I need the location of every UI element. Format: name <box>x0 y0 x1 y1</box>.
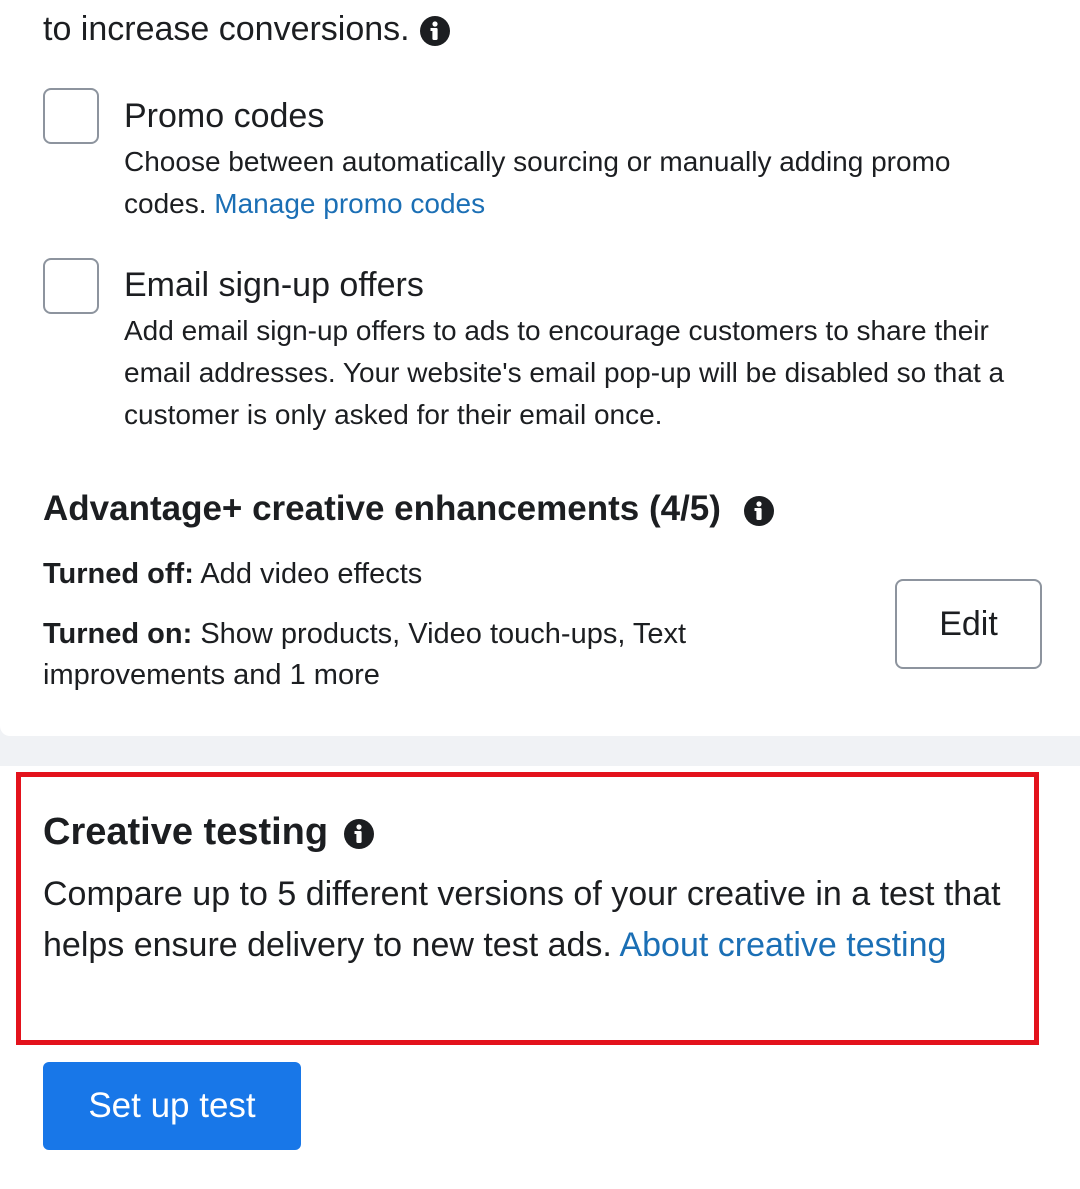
creative-testing-title: Creative testing <box>43 811 329 853</box>
email-offers-title: Email sign-up offers <box>124 266 424 304</box>
about-creative-testing-link[interactable]: About creative testing <box>619 926 946 964</box>
enhancements-heading: Advantage+ creative enhancements (4/5) <box>43 489 775 529</box>
creative-testing-heading: Creative testing <box>43 811 375 854</box>
info-icon[interactable] <box>343 818 375 850</box>
info-icon[interactable] <box>419 15 451 47</box>
intro-line: to increase conversions. <box>43 10 451 49</box>
promo-codes-description: Choose between automatically sourcing or… <box>124 141 974 225</box>
turned-off-value: Add video effects <box>200 558 423 590</box>
turned-off-label: Turned off: <box>43 558 194 590</box>
info-icon[interactable] <box>743 495 775 527</box>
intro-text: to increase conversions. <box>43 10 410 48</box>
email-offers-checkbox[interactable] <box>43 258 99 314</box>
turned-on-label: Turned on: <box>43 618 193 650</box>
settings-card-top: to increase conversions. Promo codes Cho… <box>0 0 1080 736</box>
set-up-test-button[interactable]: Set up test <box>43 1062 301 1150</box>
turned-off-row: Turned off: Add video effects <box>43 554 422 595</box>
promo-codes-title: Promo codes <box>124 97 325 135</box>
email-offers-description: Add email sign-up offers to ads to encou… <box>124 315 1005 430</box>
edit-enhancements-button[interactable]: Edit <box>895 579 1042 669</box>
creative-testing-description: Compare up to 5 different versions of yo… <box>43 869 1018 971</box>
enhancements-title: Advantage+ creative enhancements (4/5) <box>43 489 721 528</box>
promo-codes-checkbox[interactable] <box>43 88 99 144</box>
turned-on-row: Turned on: Show products, Video touch-up… <box>43 614 763 696</box>
manage-promo-codes-link[interactable]: Manage promo codes <box>214 188 485 219</box>
